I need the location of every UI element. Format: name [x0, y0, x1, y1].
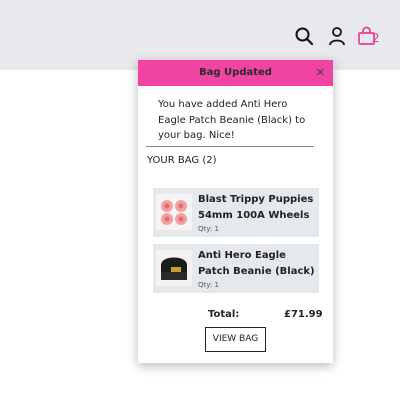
- total-label: Total:: [208, 309, 240, 320]
- search-icon[interactable]: [294, 26, 314, 46]
- item-name: Blast Trippy Puppies 54mm 100A Wheels: [198, 194, 314, 221]
- bag-updated-popup: Bag Updated ✕ You have added Anti Hero E…: [138, 60, 333, 363]
- added-message: You have added Anti Hero Eagle Patch Bea…: [158, 99, 306, 141]
- beanie-image: [156, 250, 192, 286]
- total-value: £71.99: [284, 309, 323, 320]
- popup-title: Bag Updated: [199, 67, 272, 78]
- view-bag-button[interactable]: VIEW BAG: [205, 327, 266, 352]
- account-icon[interactable]: [327, 26, 347, 46]
- divider: [146, 146, 314, 147]
- popup-header: Bag Updated ✕: [138, 60, 333, 86]
- item-qty: Qty: 1: [198, 225, 219, 233]
- wheels-image: [156, 194, 192, 230]
- item-name: Anti Hero Eagle Patch Beanie (Black): [198, 250, 315, 277]
- item-qty: Qty: 1: [198, 281, 219, 289]
- bag-heading: YOUR BAG (2): [147, 155, 217, 166]
- bag-item[interactable]: Blast Trippy Puppies 54mm 100A Wheels Qt…: [153, 188, 319, 237]
- bag-item[interactable]: Anti Hero Eagle Patch Beanie (Black) Qty…: [153, 244, 319, 293]
- bag-count-badge: 2: [372, 31, 380, 45]
- close-icon[interactable]: ✕: [316, 60, 325, 86]
